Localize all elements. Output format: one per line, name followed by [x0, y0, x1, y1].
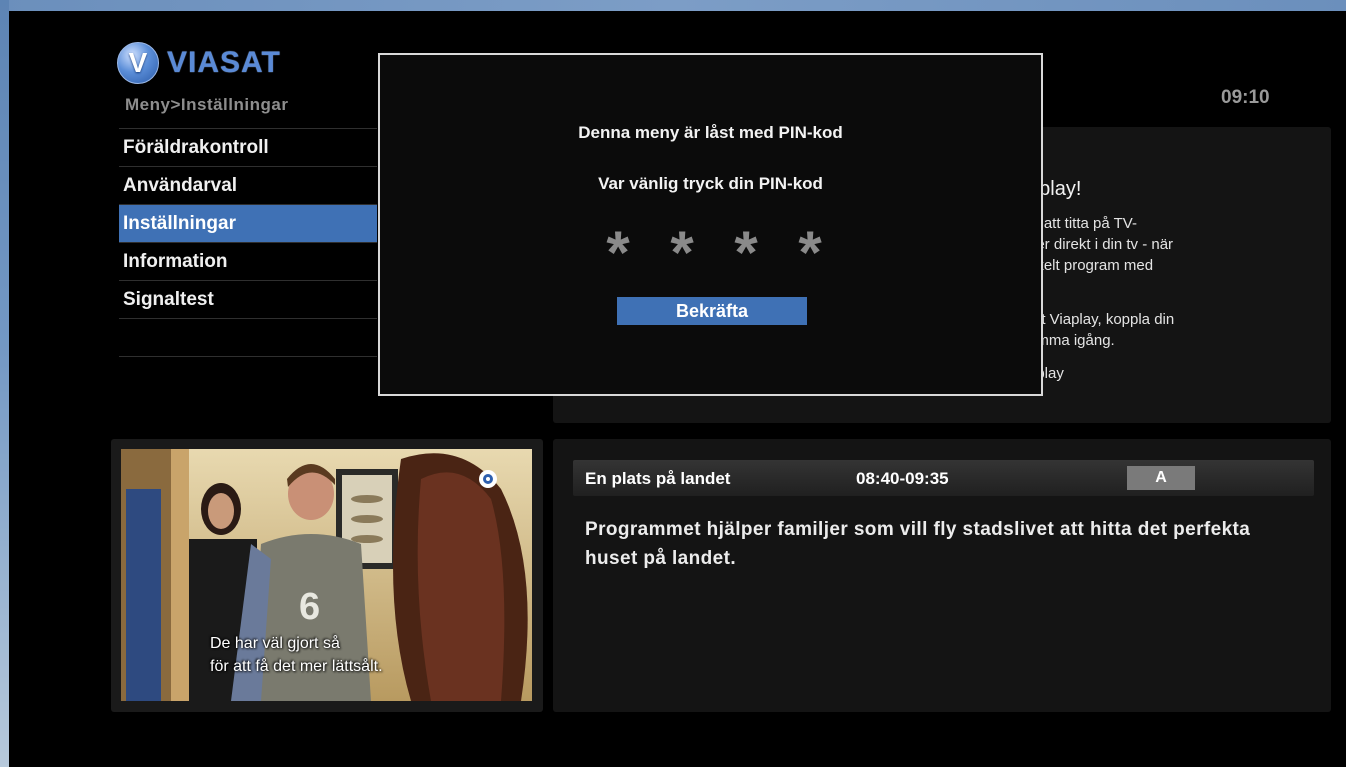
program-rating-badge: A	[1127, 466, 1195, 490]
video-subtitle-line1: De har väl gjort så	[210, 635, 340, 652]
program-title: En plats på landet	[585, 469, 731, 488]
menu-item-signaltest[interactable]: Signaltest	[119, 280, 377, 318]
pin-dialog-message: Denna meny är låst med PIN-kod	[578, 123, 843, 142]
pin-digit: *	[606, 223, 630, 271]
program-description: Programmet hjälper familjer som vill fly…	[585, 519, 1251, 569]
screen-left-edge	[0, 0, 9, 767]
info-panel-line: rat Viaplay, koppla din	[1028, 311, 1175, 328]
menu-item-foraldrakontroll[interactable]: Föräldrakontroll	[119, 128, 377, 166]
info-panel-line: ja att titta på TV-	[1028, 215, 1137, 232]
program-time: 08:40-09:35	[856, 469, 949, 488]
menu-empty-row	[119, 318, 377, 357]
pin-input[interactable]: * * * *	[600, 223, 828, 271]
info-panel-line: ner direkt i din tv - när	[1028, 236, 1174, 253]
pin-digit: *	[798, 223, 822, 271]
clock: 09:10	[1221, 87, 1270, 108]
pin-digit: *	[734, 223, 758, 271]
menu-item-anvandarval[interactable]: Användarval	[119, 166, 377, 204]
pin-digit: *	[670, 223, 694, 271]
confirm-button[interactable]: Bekräfta	[617, 297, 807, 325]
breadcrumb: Meny>Inställningar	[125, 95, 289, 114]
menu-item-installningar[interactable]: Inställningar	[119, 204, 377, 242]
viasat-logo-text: VIASAT	[167, 46, 281, 79]
age-rating-icon	[479, 470, 497, 488]
svg-text:6: 6	[299, 586, 320, 628]
viasat-logo: V VIASAT	[117, 42, 281, 84]
screen-top-edge	[0, 0, 1346, 11]
pin-dialog-prompt: Var vänlig tryck din PIN-kod	[598, 174, 823, 193]
pin-code-dialog: Denna meny är låst med PIN-kod Var vänli…	[378, 53, 1043, 396]
settings-menu: Föräldrakontroll Användarval Inställning…	[119, 128, 377, 357]
info-panel-line: nkelt program med	[1028, 257, 1154, 274]
viasat-logo-icon: V	[117, 42, 159, 84]
video-subtitle-line2: för att få det mer lättsålt.	[210, 658, 383, 675]
menu-item-information[interactable]: Information	[119, 242, 377, 280]
